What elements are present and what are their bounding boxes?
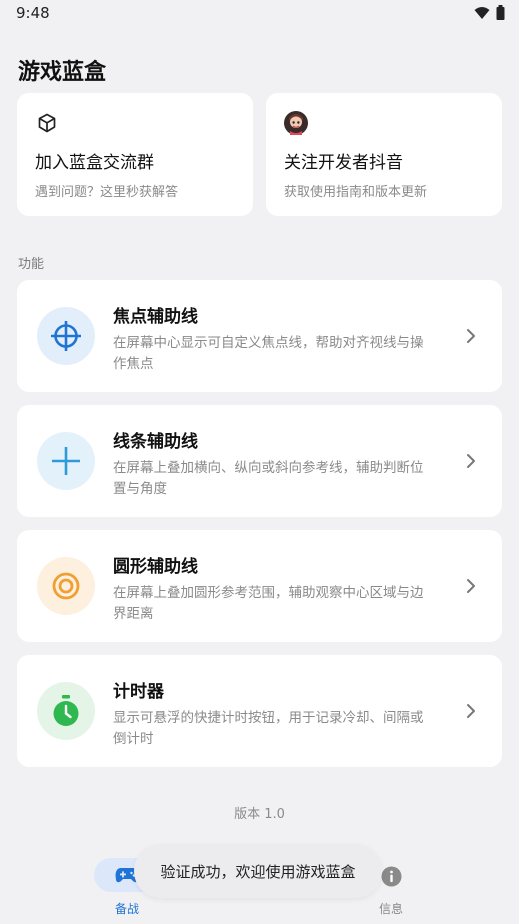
version-text: 版本 1.0 xyxy=(234,807,285,822)
chevron-right-icon xyxy=(467,454,475,468)
chevron-right-icon xyxy=(467,579,475,593)
circle-guide-title: 圆形辅助线 xyxy=(113,557,198,577)
join-group-subtitle: 遇到问题？这里秒获解答 xyxy=(35,185,179,200)
toast-message: 验证成功，欢迎使用游戏蓝盒 xyxy=(134,844,382,898)
timer-desc: 显示可悬浮的快捷计时按钮，用于记录冷却、间隔或倒计时 xyxy=(113,710,424,747)
circle-guide-card[interactable]: 圆形辅助线 在屏幕上叠加圆形参考范围，辅助观察中心区域与边界距离 xyxy=(17,530,502,642)
tab-info[interactable]: 信息 xyxy=(379,900,403,917)
line-guide-icon-bg xyxy=(37,432,95,490)
battery-icon xyxy=(496,5,505,20)
follow-developer-card[interactable]: 关注开发者抖音 获取使用指南和版本更新 xyxy=(266,93,502,216)
circle-guide-desc: 在屏幕上叠加圆形参考范围，辅助观察中心区域与边界距离 xyxy=(113,585,424,622)
focus-line-card[interactable]: 焦点辅助线 在屏幕中心显示可自定义焦点线，帮助对齐视线与操作焦点 xyxy=(17,280,502,392)
chevron-right-icon xyxy=(467,329,475,343)
status-time: 9:48 xyxy=(16,4,50,22)
crosshair-icon xyxy=(51,321,81,351)
focus-line-title: 焦点辅助线 xyxy=(113,307,198,327)
page-title: 游戏蓝盒 xyxy=(18,60,107,85)
info-icon[interactable] xyxy=(381,866,402,887)
follow-developer-title: 关注开发者抖音 xyxy=(284,153,403,173)
line-guide-desc: 在屏幕上叠加横向、纵向或斜向参考线，辅助判断位置与角度 xyxy=(113,460,424,497)
join-group-title: 加入蓝盒交流群 xyxy=(35,153,154,173)
focus-line-desc: 在屏幕中心显示可自定义焦点线，帮助对齐视线与操作焦点 xyxy=(113,335,424,372)
timer-icon-bg xyxy=(37,682,95,740)
circle-guide-icon-bg xyxy=(37,557,95,615)
tab-prepare[interactable]: 备战 xyxy=(115,900,139,917)
status-bar: 9:48 xyxy=(0,0,519,30)
join-group-card[interactable]: 加入蓝盒交流群 遇到问题？这里秒获解答 xyxy=(17,93,253,216)
cube-icon xyxy=(38,113,56,133)
section-label: 功能 xyxy=(18,257,45,272)
avatar xyxy=(284,111,308,135)
focus-line-icon-bg xyxy=(37,307,95,365)
cross-lines-icon xyxy=(52,447,80,475)
follow-developer-subtitle: 获取使用指南和版本更新 xyxy=(284,185,428,200)
stopwatch-icon xyxy=(53,695,79,726)
line-guide-card[interactable]: 线条辅助线 在屏幕上叠加横向、纵向或斜向参考线，辅助判断位置与角度 xyxy=(17,405,502,517)
target-circle-icon xyxy=(52,572,80,600)
chevron-right-icon xyxy=(467,704,475,718)
timer-title: 计时器 xyxy=(113,682,164,702)
timer-card[interactable]: 计时器 显示可悬浮的快捷计时按钮，用于记录冷却、间隔或倒计时 xyxy=(17,655,502,767)
status-icons xyxy=(474,5,505,20)
wifi-icon xyxy=(474,6,490,19)
line-guide-title: 线条辅助线 xyxy=(113,432,198,452)
